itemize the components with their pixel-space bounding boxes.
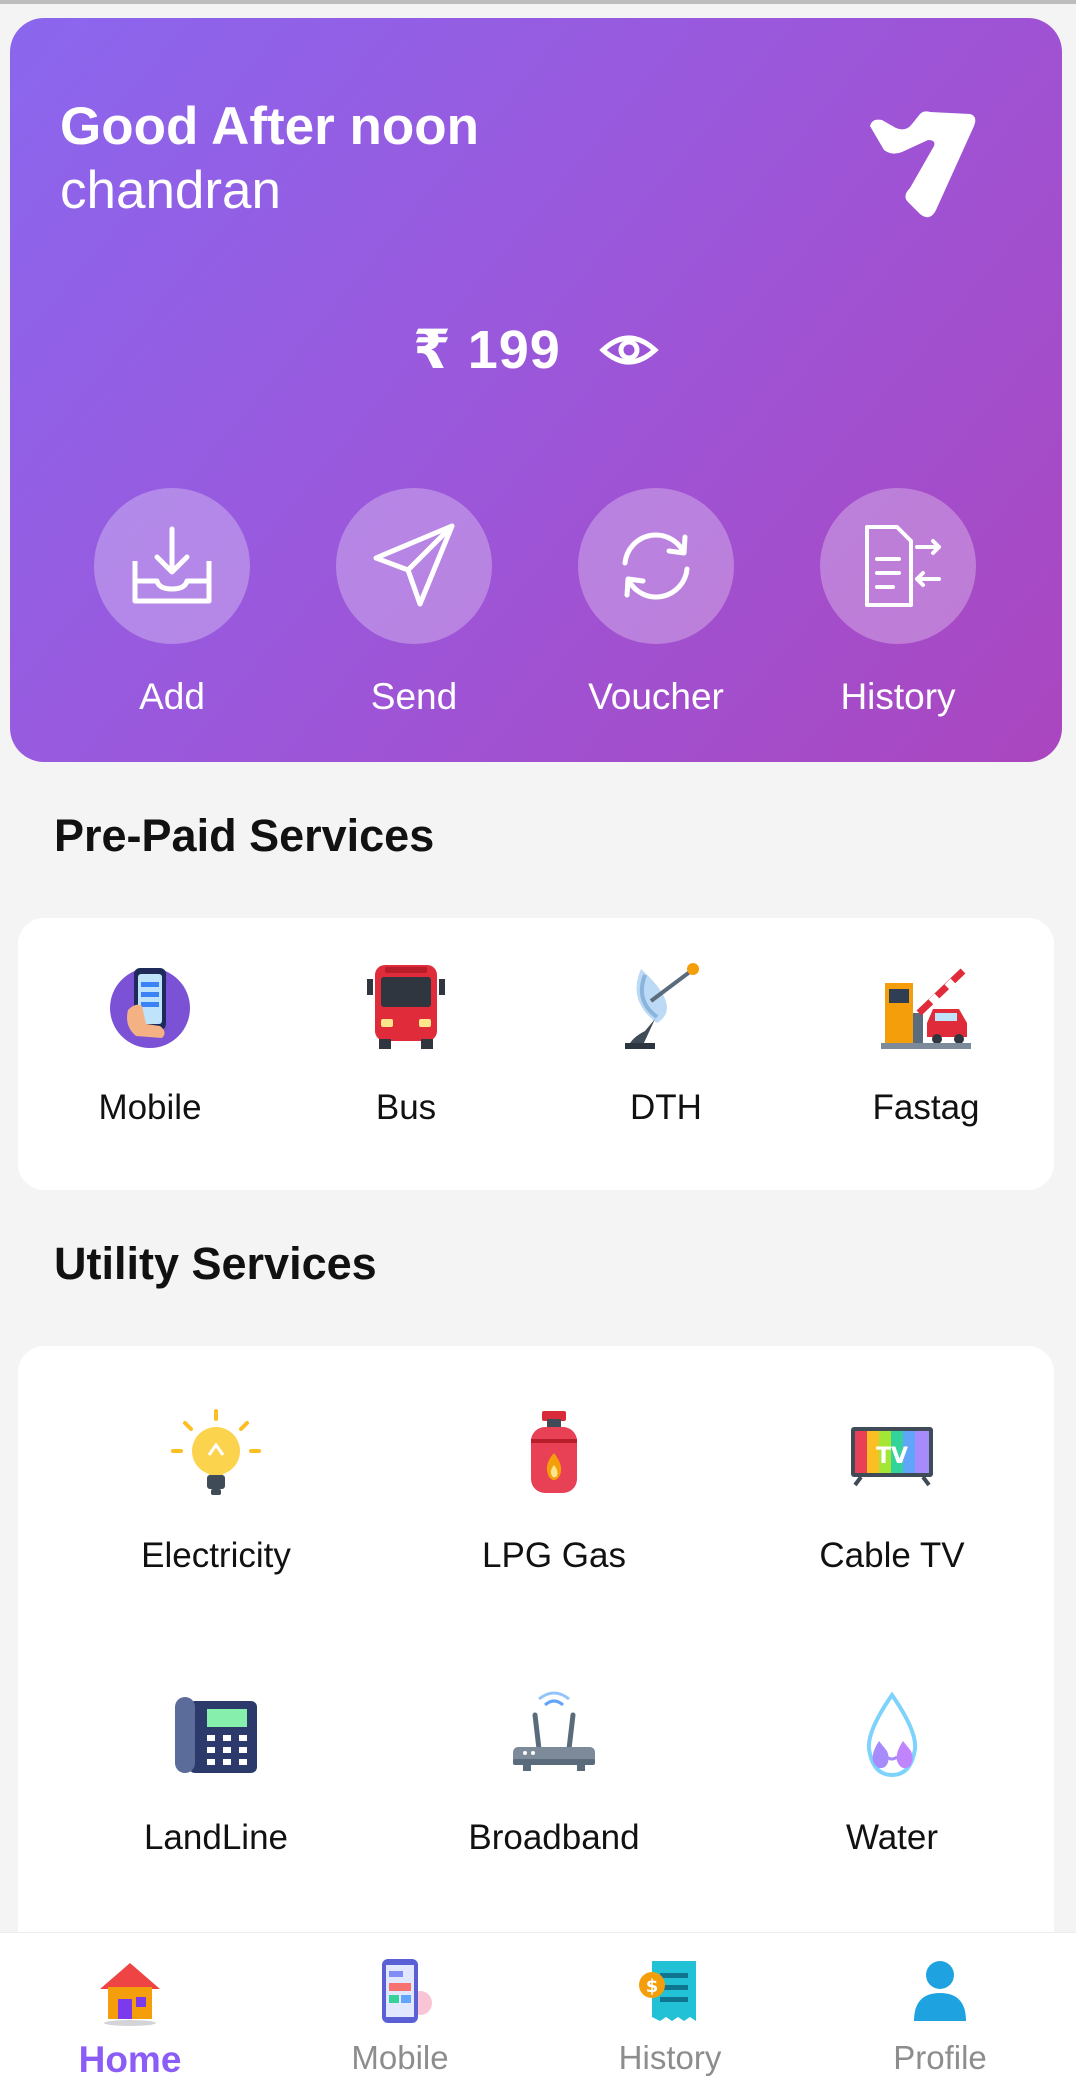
- tv-icon: TV: [844, 1406, 940, 1502]
- add-money-button[interactable]: Add: [62, 488, 282, 748]
- status-bar-divider: [0, 0, 1076, 4]
- quick-action-label: Send: [370, 676, 458, 717]
- eye-icon[interactable]: [599, 320, 659, 380]
- nav-label: History: [618, 2039, 722, 2076]
- service-label: Bus: [375, 1088, 437, 1127]
- service-landline[interactable]: LandLine: [66, 1688, 366, 1858]
- service-label: LPG Gas: [482, 1536, 626, 1575]
- home-icon: [100, 1963, 160, 2026]
- quick-actions: Add Send Voucher History: [10, 488, 1062, 748]
- water-drop-icon: [844, 1688, 940, 1784]
- greeting-text: Good After noon: [60, 97, 480, 156]
- nav-label: Home: [78, 2039, 182, 2080]
- download-tray-icon: [94, 488, 250, 644]
- service-mobile[interactable]: Mobile: [60, 958, 240, 1128]
- profile-icon: [914, 1961, 966, 2021]
- send-money-button[interactable]: Send: [304, 488, 524, 748]
- service-broadband[interactable]: Broadband: [404, 1688, 704, 1858]
- svg-text:TV: TV: [876, 1444, 908, 1469]
- service-lpg-gas[interactable]: LPG Gas: [404, 1406, 704, 1576]
- receipt-icon: $: [639, 1961, 696, 2021]
- document-transfer-icon: [820, 488, 976, 644]
- wallet-header-card: Good After noon chandran ₹ 199 Add Send …: [10, 18, 1062, 762]
- bottom-navigation: Home Mobile $ History Profile: [0, 1932, 1076, 2093]
- service-dth[interactable]: DTH: [576, 958, 756, 1128]
- quick-action-label: Voucher: [588, 676, 724, 717]
- paper-plane-icon: [336, 488, 492, 644]
- prepaid-services-panel: Mobile Bus DTH Fastag: [18, 918, 1054, 1190]
- telephone-icon: [168, 1688, 264, 1784]
- service-label: LandLine: [143, 1818, 289, 1857]
- service-water[interactable]: Water: [742, 1688, 1042, 1858]
- nav-mobile[interactable]: Mobile: [300, 1955, 500, 2077]
- quick-action-label: Add: [139, 676, 205, 717]
- satellite-dish-icon: [618, 958, 714, 1054]
- nav-history[interactable]: $ History: [570, 1955, 770, 2077]
- history-button[interactable]: History: [788, 488, 1008, 748]
- light-bulb-icon: [168, 1406, 264, 1502]
- gas-cylinder-icon: [506, 1406, 602, 1502]
- mobile-icon: [382, 1959, 432, 2023]
- nav-label: Profile: [893, 2039, 987, 2076]
- balance-amount: ₹ 199: [413, 320, 561, 380]
- service-bus[interactable]: Bus: [316, 958, 496, 1128]
- user-name: chandran: [60, 161, 282, 220]
- service-fastag[interactable]: Fastag: [836, 958, 1016, 1128]
- service-label: Broadband: [468, 1818, 640, 1857]
- bus-icon: [358, 958, 454, 1054]
- toll-gate-icon: [878, 958, 974, 1054]
- nav-profile[interactable]: Profile: [840, 1955, 1040, 2077]
- nav-label: Mobile: [351, 2039, 449, 2076]
- svg-text:$: $: [646, 1976, 659, 1997]
- service-label: Mobile: [98, 1088, 202, 1127]
- prepaid-section-title: Pre-Paid Services: [54, 810, 435, 861]
- service-label: Fastag: [872, 1088, 980, 1127]
- utility-services-panel: Electricity LPG Gas TV Cable TV LandLine…: [18, 1346, 1054, 1966]
- quick-action-label: History: [840, 676, 956, 717]
- balance-row: ₹ 199: [10, 318, 1062, 381]
- service-cable-tv[interactable]: TV Cable TV: [742, 1406, 1042, 1576]
- voucher-button[interactable]: Voucher: [546, 488, 766, 748]
- service-label: Cable TV: [819, 1536, 965, 1575]
- service-label: DTH: [630, 1088, 702, 1127]
- service-label: Electricity: [141, 1536, 291, 1575]
- service-label: Water: [845, 1818, 939, 1857]
- mobile-phone-icon: [102, 958, 198, 1054]
- utility-section-title: Utility Services: [54, 1238, 377, 1289]
- app-logo-icon: [870, 111, 976, 218]
- router-icon: [506, 1688, 602, 1784]
- nav-home[interactable]: Home: [30, 1955, 230, 2081]
- service-electricity[interactable]: Electricity: [66, 1406, 366, 1576]
- refresh-icon: [578, 488, 734, 644]
